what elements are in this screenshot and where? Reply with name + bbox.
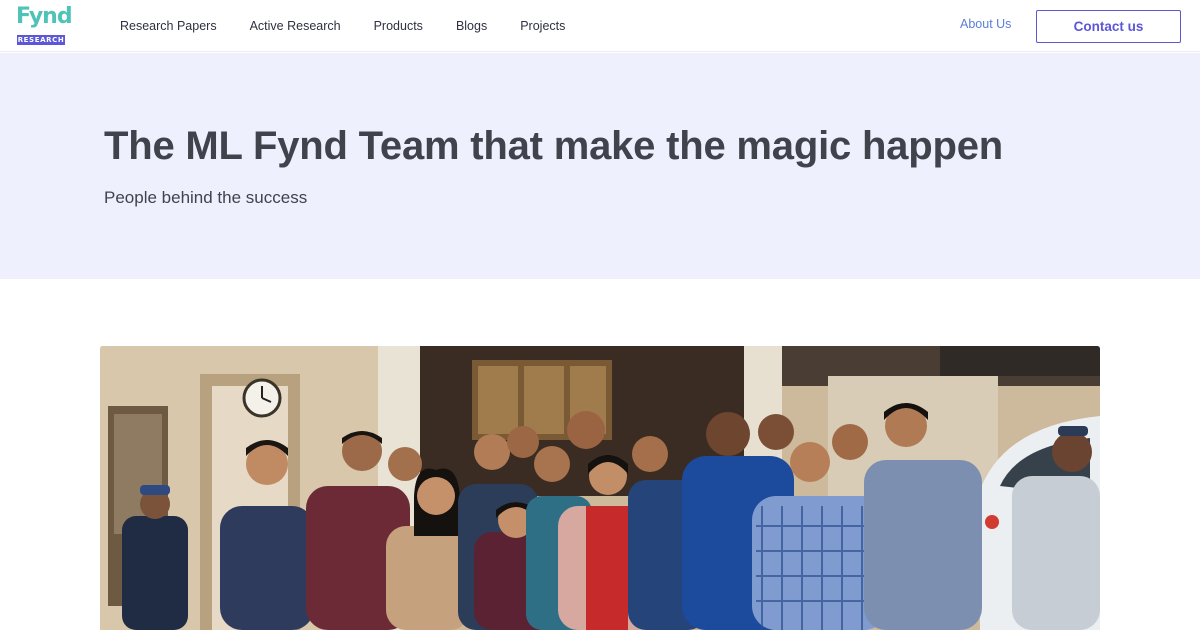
fynd-research-logo[interactable]: Fynd RESEARCH bbox=[16, 4, 73, 46]
contact-us-button[interactable]: Contact us bbox=[1036, 10, 1181, 43]
top-navbar: Fynd RESEARCH Research Papers Active Res… bbox=[0, 0, 1200, 52]
hero-banner: The ML Fynd Team that make the magic hap… bbox=[0, 53, 1200, 279]
main-nav: Research Papers Active Research Products… bbox=[120, 0, 598, 52]
nav-item-blogs[interactable]: Blogs bbox=[456, 19, 487, 33]
logo-badge: RESEARCH bbox=[17, 35, 65, 45]
nav-item-products[interactable]: Products bbox=[374, 19, 423, 33]
about-us-link[interactable]: About Us bbox=[960, 17, 1011, 31]
team-photo-illustration bbox=[100, 346, 1100, 630]
nav-item-active-research[interactable]: Active Research bbox=[250, 19, 341, 33]
nav-item-projects[interactable]: Projects bbox=[520, 19, 565, 33]
team-photo bbox=[100, 346, 1100, 630]
page-subtitle: People behind the success bbox=[104, 188, 308, 207]
page-title: The ML Fynd Team that make the magic hap… bbox=[104, 124, 1003, 168]
logo-wordmark: Fynd bbox=[16, 4, 73, 29]
nav-item-research-papers[interactable]: Research Papers bbox=[120, 19, 217, 33]
